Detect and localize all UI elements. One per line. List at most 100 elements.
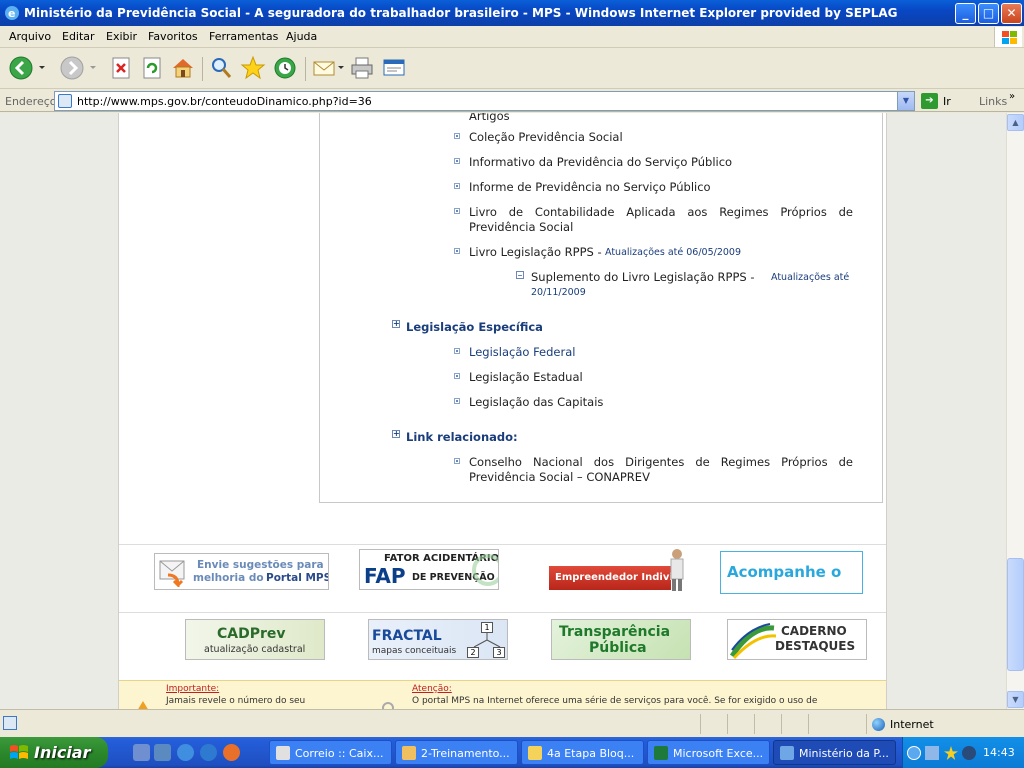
acompanhe-banner[interactable]: Acompanhe o	[720, 551, 863, 594]
tray-star-icon[interactable]	[944, 746, 958, 760]
suplemento-update-a[interactable]: Atualizações até	[771, 272, 849, 283]
task-etapa-bloq[interactable]: 4a Etapa Bloq...	[521, 740, 644, 765]
menu-exibir[interactable]: Exibir	[106, 30, 137, 43]
fractal-node-2: 2	[467, 647, 479, 658]
item-conselho-line1[interactable]: Conselho Nacional dos Dirigentes de Regi…	[469, 455, 853, 469]
task-ministerio[interactable]: Ministério da P...	[773, 740, 896, 765]
close-button[interactable]: ✕	[1001, 3, 1022, 24]
system-tray: 14:43	[902, 737, 1024, 768]
ie-icon: e	[5, 6, 19, 20]
address-bar: Endereço http://www.mps.gov.br/conteudoD…	[0, 90, 1024, 112]
sugestoes-line1: Envie sugestões para	[197, 559, 324, 571]
fap-banner[interactable]: FATOR ACIDENTÁRIO FAP DE PREVENÇÃO	[359, 549, 499, 590]
task-label: 2-Treinamento...	[421, 747, 510, 760]
tray-app-icon[interactable]	[962, 746, 976, 760]
task-correio[interactable]: Correio :: Caix...	[269, 740, 392, 765]
menu-ajuda[interactable]: Ajuda	[286, 30, 317, 43]
fractal-banner[interactable]: FRACTAL mapas conceituais 1 2 3	[368, 619, 508, 660]
mail-icon[interactable]	[311, 55, 337, 81]
expand-icon[interactable]: +	[392, 430, 400, 438]
forward-dropdown-icon[interactable]	[89, 65, 97, 71]
item-legislacao-capitais[interactable]: Legislação das Capitais	[469, 395, 603, 409]
quicklaunch-firefox-icon[interactable]	[223, 744, 240, 761]
item-legislacao-estadual[interactable]: Legislação Estadual	[469, 370, 583, 384]
task-label: 4a Etapa Bloq...	[547, 747, 635, 760]
item-conselho-line2[interactable]: Previdência Social – CONAPREV	[469, 470, 650, 484]
stop-icon[interactable]	[108, 55, 134, 81]
scroll-thumb[interactable]	[1007, 558, 1024, 671]
item-livro-contabilidade-line1[interactable]: Livro de Contabilidade Aplicada aos Regi…	[469, 205, 853, 219]
sugestoes-banner[interactable]: Envie sugestões para melhoria do Portal …	[154, 553, 329, 590]
favorites-icon[interactable]	[240, 55, 266, 81]
window-titlebar[interactable]: e Ministério da Previdência Social - A s…	[0, 0, 1024, 26]
back-dropdown-icon[interactable]	[38, 65, 46, 71]
refresh-icon[interactable]	[139, 55, 165, 81]
acompanhe-label: Acompanhe o	[727, 563, 842, 581]
address-url[interactable]: http://www.mps.gov.br/conteudoDinamico.p…	[77, 95, 372, 108]
task-label: Microsoft Exce...	[673, 747, 764, 760]
atencao-label[interactable]: Atenção:	[412, 684, 452, 694]
quicklaunch-ie2-icon[interactable]	[200, 744, 217, 761]
quicklaunch-ie-icon[interactable]	[177, 744, 194, 761]
cadprev-sub: atualização cadastral	[204, 644, 306, 655]
maximize-button[interactable]: □	[978, 3, 999, 24]
section-legislacao-especifica[interactable]: Legislação Específica	[406, 320, 543, 334]
go-arrow-icon[interactable]: ➔	[921, 93, 938, 109]
address-label: Endereço	[5, 95, 57, 108]
menu-arquivo[interactable]: Arquivo	[9, 30, 51, 43]
item-livro-contabilidade-line2[interactable]: Previdência Social	[469, 220, 573, 234]
folder-icon	[528, 746, 542, 760]
item-suplemento[interactable]: Suplemento do Livro Legislação RPPS -	[531, 270, 755, 284]
empreendedor-banner[interactable]: Empreendedor Individual	[549, 548, 689, 593]
mail-dropdown-icon[interactable]	[337, 65, 345, 71]
links-button[interactable]: Links	[979, 95, 1007, 108]
item-informativo[interactable]: Informativo da Previdência do Serviço Pú…	[469, 155, 732, 169]
item-colecao[interactable]: Coleção Previdência Social	[469, 130, 623, 144]
cadprev-banner[interactable]: CADPrev atualização cadastral	[185, 619, 325, 660]
item-informe[interactable]: Informe de Previdência no Serviço Públic…	[469, 180, 711, 194]
print-icon[interactable]	[349, 55, 375, 81]
go-button[interactable]: Ir	[943, 95, 951, 108]
home-icon[interactable]	[170, 55, 196, 81]
forward-icon[interactable]	[59, 55, 85, 81]
caderno-banner[interactable]: CADERNO DESTAQUES	[727, 619, 867, 660]
bullet-icon	[454, 373, 460, 379]
page-content: Artigos Coleção Previdência Social Infor…	[119, 113, 886, 709]
scroll-down-button[interactable]: ▼	[1007, 691, 1024, 708]
transparencia-line2: Pública	[589, 640, 647, 656]
scroll-up-button[interactable]: ▲	[1007, 114, 1024, 131]
menu-favoritos[interactable]: Favoritos	[148, 30, 198, 43]
task-treinamento[interactable]: 2-Treinamento...	[395, 740, 518, 765]
minimize-button[interactable]: _	[955, 3, 976, 24]
links-chevron-icon[interactable]: »	[1009, 91, 1015, 102]
back-icon[interactable]	[8, 55, 34, 81]
importante-label[interactable]: Importante:	[166, 684, 219, 694]
quicklaunch-network-icon[interactable]	[133, 744, 150, 761]
expand-icon[interactable]: +	[392, 320, 400, 328]
edit-icon[interactable]	[381, 55, 407, 81]
tray-expand-icon[interactable]	[907, 746, 921, 760]
history-icon[interactable]	[272, 55, 298, 81]
transparencia-banner[interactable]: Transparência Pública	[551, 619, 691, 660]
menu-editar[interactable]: Editar	[62, 30, 95, 43]
warning-icon	[138, 701, 148, 709]
item-artigos[interactable]: Artigos	[469, 113, 510, 123]
item-legislacao-federal[interactable]: Legislação Federal	[469, 345, 575, 359]
fractal-sub: mapas conceituais	[372, 646, 457, 656]
menu-ferramentas[interactable]: Ferramentas	[209, 30, 278, 43]
item-livro-rpps[interactable]: Livro Legislação RPPS -	[469, 245, 602, 259]
livro-rpps-update[interactable]: Atualizações até 06/05/2009	[605, 247, 741, 258]
section-link-relacionado: Link relacionado:	[406, 430, 518, 444]
tray-network-icon[interactable]	[925, 746, 939, 760]
vertical-scrollbar[interactable]: ▲ ▼	[1006, 113, 1024, 709]
address-dropdown-icon[interactable]: ▼	[897, 92, 914, 110]
address-input[interactable]: http://www.mps.gov.br/conteudoDinamico.p…	[54, 91, 915, 111]
suplemento-update-b[interactable]: 20/11/2009	[531, 287, 586, 298]
sugestoes-line2a: melhoria do	[193, 572, 264, 584]
search-icon[interactable]	[208, 55, 234, 81]
quicklaunch-desktop-icon[interactable]	[154, 744, 171, 761]
start-button[interactable]: Iniciar	[0, 737, 108, 768]
task-excel[interactable]: Microsoft Exce...	[647, 740, 770, 765]
excel-icon	[654, 746, 668, 760]
collapse-icon[interactable]	[516, 271, 524, 279]
